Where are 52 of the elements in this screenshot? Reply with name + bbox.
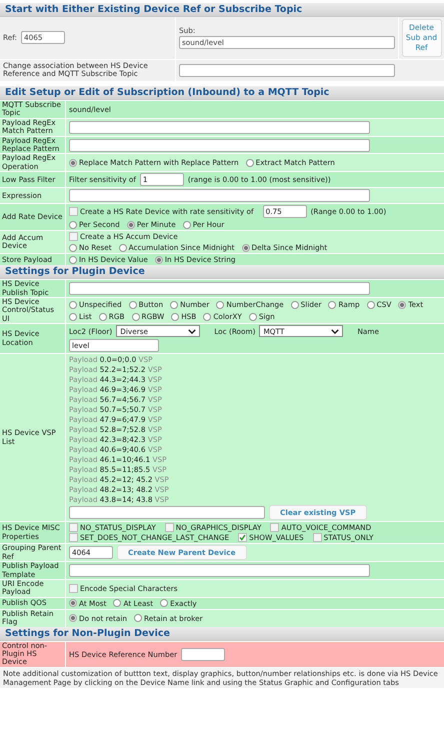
radio-button[interactable] (203, 312, 212, 321)
radio-button[interactable] (69, 614, 77, 622)
radio-button[interactable] (134, 614, 142, 622)
radio-button[interactable] (128, 300, 137, 309)
section-header: Start with Either Existing Device Ref or Subscribe Topic (0, 3, 444, 17)
radio-button[interactable] (113, 599, 122, 608)
radio-button[interactable] (154, 256, 163, 264)
radio-button[interactable] (366, 300, 375, 309)
checkbox[interactable] (69, 232, 78, 242)
change-field[interactable] (179, 64, 395, 77)
checkbox[interactable] (270, 523, 280, 532)
radio-button[interactable] (398, 300, 406, 309)
checkbox[interactable] (312, 533, 322, 542)
radio-button[interactable] (328, 300, 336, 309)
radio-button[interactable] (69, 158, 77, 167)
radio-button[interactable] (170, 300, 178, 309)
section-header: Edit Setup or Edit of Subscription (Inbound) to a MQTT Topic (0, 86, 444, 100)
chevron-down-icon (188, 328, 196, 334)
input-field[interactable] (69, 189, 370, 202)
radio-button[interactable] (242, 244, 250, 252)
input-field[interactable] (181, 648, 226, 661)
checkbox[interactable] (164, 523, 174, 532)
radio-button[interactable] (248, 312, 257, 321)
radio-button[interactable] (118, 244, 127, 252)
radio-button[interactable] (171, 312, 180, 321)
radio-button[interactable] (182, 220, 191, 229)
section-header: Settings for Plugin Device (0, 265, 444, 280)
radio-button[interactable] (69, 599, 77, 608)
input-field[interactable] (69, 564, 370, 578)
radio-button[interactable] (160, 599, 168, 608)
section-header: Settings for Non-Plugin Device (0, 626, 444, 640)
checkbox[interactable] (69, 584, 78, 593)
checkbox[interactable] (69, 533, 78, 542)
input-field[interactable] (69, 120, 370, 134)
radio-button[interactable] (69, 300, 77, 309)
radio-button[interactable] (290, 300, 299, 309)
radio-button[interactable] (69, 312, 77, 321)
radio-button[interactable] (126, 220, 135, 229)
radio-button[interactable] (216, 300, 224, 309)
radio-button[interactable] (69, 220, 77, 229)
chevron-down-icon (331, 328, 340, 334)
radio-button[interactable] (98, 312, 107, 321)
radio-button[interactable] (69, 244, 77, 252)
input-field[interactable] (69, 282, 370, 296)
input-field[interactable] (69, 138, 370, 152)
checkbox[interactable] (69, 523, 78, 532)
radio-button[interactable] (246, 158, 254, 167)
checkbox[interactable] (69, 207, 78, 216)
input-field[interactable] (69, 506, 265, 520)
radio-button[interactable] (69, 256, 77, 264)
radio-button[interactable] (132, 312, 140, 321)
checkbox[interactable] (238, 533, 248, 542)
